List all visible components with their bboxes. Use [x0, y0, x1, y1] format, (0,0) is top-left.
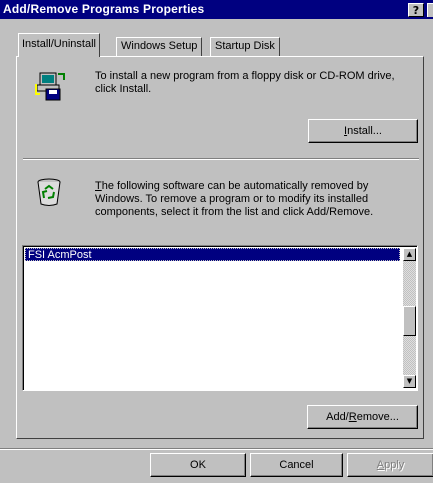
tab-windows-setup[interactable]: Windows Setup	[116, 37, 203, 56]
install-button[interactable]: Install...	[308, 119, 418, 143]
install-description: To install a new program from a floppy d…	[95, 70, 395, 95]
title-bar: Add/Remove Programs Properties ?	[0, 0, 433, 19]
remove-description: The following software can be automatica…	[95, 180, 405, 219]
scroll-up-button[interactable]: ▲	[403, 248, 416, 261]
apply-mnemonic: A	[376, 459, 385, 471]
recycle-bin-icon	[37, 178, 61, 206]
install-button-label: nstall...	[347, 125, 382, 137]
list-item[interactable]: FSI AcmPost	[25, 248, 400, 261]
software-list[interactable]: FSI AcmPost ▲ ▼	[22, 245, 418, 391]
close-button[interactable]	[427, 3, 433, 17]
ok-button[interactable]: OK	[150, 453, 246, 477]
apply-label: pply	[384, 459, 405, 471]
help-button[interactable]: ?	[408, 3, 424, 17]
add-remove-mnemonic: R	[348, 411, 357, 423]
cancel-button[interactable]: Cancel	[250, 453, 343, 477]
add-remove-button[interactable]: Add/Remove...	[307, 405, 418, 429]
add-remove-label-before: Add/	[326, 411, 349, 423]
apply-button[interactable]: Apply	[347, 453, 433, 477]
remove-description-text: he following software can be automatical…	[95, 180, 374, 218]
scroll-down-button[interactable]: ▼	[403, 375, 416, 388]
tab-install-uninstall[interactable]: Install/Uninstall	[18, 33, 100, 57]
scroll-thumb[interactable]	[403, 306, 416, 336]
floppy-disk-install-icon	[35, 72, 65, 101]
remove-description-mnemonic: T	[95, 180, 102, 192]
tab-startup-disk[interactable]: Startup Disk	[210, 37, 280, 56]
add-remove-label-after: emove...	[356, 411, 399, 423]
list-scrollbar[interactable]: ▲ ▼	[403, 248, 416, 388]
window-title: Add/Remove Programs Properties	[3, 2, 205, 16]
